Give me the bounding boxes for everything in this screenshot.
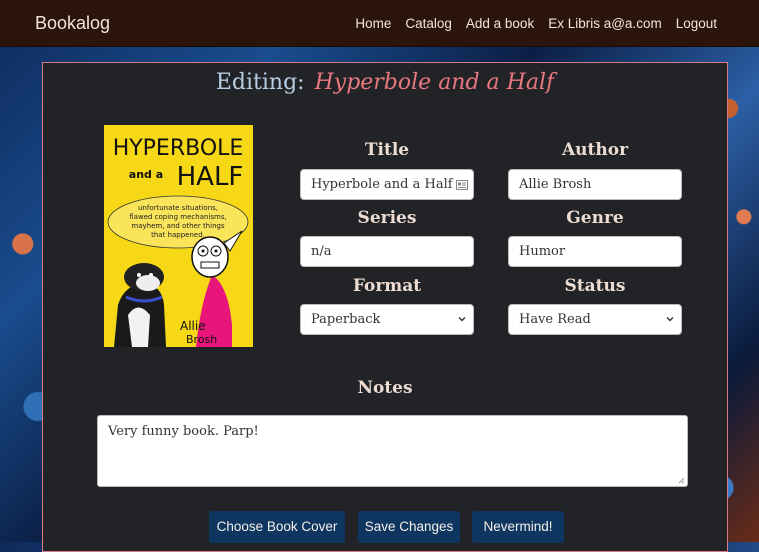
chevron-down-icon <box>458 317 466 322</box>
cover-title-half: HALF <box>177 162 244 192</box>
editing-book-title: Hyperbole and a Half <box>314 70 555 95</box>
title-input[interactable]: Hyperbole and a Half <box>300 169 474 200</box>
cover-title-top: HYPERBOLE <box>113 136 244 161</box>
contact-card-icon <box>456 180 468 190</box>
choose-book-cover-button[interactable]: Choose Book Cover <box>209 511 345 543</box>
cover-subtitle-4: that happened. <box>151 231 205 239</box>
format-select-value: Paperback <box>311 312 381 327</box>
nav-home[interactable]: Home <box>355 16 391 31</box>
status-label: Status <box>564 276 626 296</box>
resize-handle-icon[interactable] <box>678 477 685 484</box>
cover-author-2: Brosh <box>186 333 217 346</box>
cover-subtitle-1: unfortunate situations, <box>138 204 218 212</box>
author-input-value: Allie Brosh <box>519 177 592 192</box>
series-input[interactable]: n/a <box>300 236 474 267</box>
editing-label: Editing: <box>215 70 305 95</box>
book-cover-image: HYPERBOLE and a HALF unfortunate situati… <box>104 125 253 347</box>
page-title: Editing: Hyperbole and a Half <box>43 70 727 95</box>
format-label: Format <box>352 276 422 296</box>
chevron-down-icon <box>666 317 674 322</box>
nav-links: Home Catalog Add a book Ex Libris a@a.co… <box>355 16 717 31</box>
nav-add-book[interactable]: Add a book <box>466 16 534 31</box>
save-changes-button[interactable]: Save Changes <box>358 511 460 543</box>
genre-input[interactable]: Humor <box>508 236 682 267</box>
nevermind-button[interactable]: Nevermind! <box>472 511 564 543</box>
series-label: Series <box>357 208 417 228</box>
genre-input-value: Humor <box>519 244 566 259</box>
brand-logo[interactable]: Bookalog <box>35 13 110 34</box>
cover-illustration: HYPERBOLE and a HALF unfortunate situati… <box>104 125 253 347</box>
notes-textarea-value: Very funny book. Parp! <box>108 424 259 439</box>
genre-label: Genre <box>566 208 624 228</box>
nav-logout[interactable]: Logout <box>676 16 717 31</box>
status-select-value: Have Read <box>519 312 591 327</box>
author-input[interactable]: Allie Brosh <box>508 169 682 200</box>
cover-title-and: and a <box>129 168 163 181</box>
notes-label: Notes <box>357 378 413 398</box>
series-input-value: n/a <box>311 244 332 259</box>
cover-subtitle-2: flawed coping mechanisms, <box>129 213 226 221</box>
title-input-value: Hyperbole and a Half <box>311 177 453 192</box>
nav-catalog[interactable]: Catalog <box>405 16 452 31</box>
cover-subtitle-3: mayhem, and other things <box>131 222 225 230</box>
top-navbar: Bookalog Home Catalog Add a book Ex Libr… <box>0 0 759 47</box>
notes-textarea[interactable]: Very funny book. Parp! <box>97 415 688 487</box>
format-select[interactable]: Paperback <box>300 304 474 335</box>
status-select[interactable]: Have Read <box>508 304 682 335</box>
nav-ex-libris[interactable]: Ex Libris a@a.com <box>548 16 662 31</box>
cover-author-1: Allie <box>180 319 206 333</box>
edit-book-panel: Editing: Hyperbole and a Half HYPERBOLE a… <box>42 62 728 552</box>
title-label: Title <box>364 140 410 160</box>
author-label: Author <box>561 140 629 160</box>
